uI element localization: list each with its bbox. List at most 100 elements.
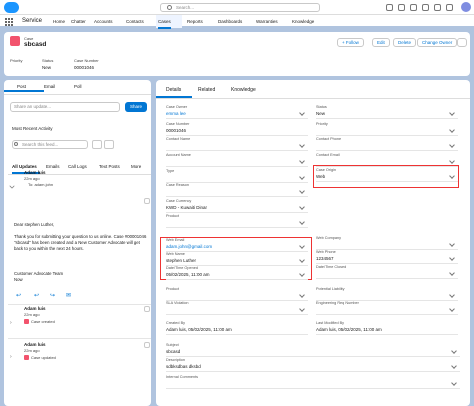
field-value[interactable]: adam.john@gmail.com <box>166 244 212 249</box>
feed-tab-call-logs[interactable]: Call Logs <box>68 164 87 170</box>
change-owner-button[interactable]: Change Owner <box>417 38 458 47</box>
salesforce-logo-icon[interactable] <box>4 2 19 13</box>
notifications-bell-icon[interactable] <box>434 4 441 11</box>
forward-icon[interactable]: ↪ <box>50 292 55 299</box>
case-icon <box>24 355 29 360</box>
refresh-icon[interactable] <box>104 140 114 149</box>
favorites-icon[interactable] <box>386 4 393 11</box>
edit-pencil-icon[interactable] <box>451 363 457 369</box>
edit-button[interactable]: Edit <box>372 38 390 47</box>
nav-item-dashboards[interactable]: Dashboards <box>218 19 242 25</box>
tab-related[interactable]: Related <box>198 86 215 94</box>
app-launcher-icon[interactable] <box>5 18 13 26</box>
nav-item-contacts[interactable]: Contacts <box>126 19 144 25</box>
edit-pencil-icon[interactable] <box>449 127 455 133</box>
tab-poll[interactable]: Poll <box>74 83 82 91</box>
nav-item-cases[interactable]: Cases <box>158 19 171 29</box>
field-value[interactable]: emma lee <box>166 111 186 116</box>
nav-item-home[interactable]: Home <box>53 19 65 25</box>
edit-pencil-icon[interactable] <box>299 158 305 164</box>
global-search-input[interactable]: Search... <box>160 3 320 12</box>
nav-item-knowledge[interactable]: Knowledge <box>292 19 314 25</box>
more-actions-chevron-icon[interactable] <box>457 38 467 47</box>
nav-item-reports[interactable]: Reports <box>187 19 203 25</box>
nav-item-chatter[interactable]: Chatter <box>71 19 86 25</box>
post-menu-icon[interactable] <box>144 306 150 312</box>
post-menu-icon[interactable] <box>144 342 150 348</box>
help-icon[interactable] <box>410 4 417 11</box>
field-divider <box>316 118 458 119</box>
edit-pencil-icon[interactable] <box>449 142 455 148</box>
edit-pencil-icon[interactable] <box>299 188 305 194</box>
notification-icon[interactable] <box>446 4 453 11</box>
field-label: Last Modified By <box>316 321 345 325</box>
feed-tab-more[interactable]: More <box>131 164 141 170</box>
share-update-input[interactable]: Share an update... <box>10 102 120 112</box>
field-label: Web Name <box>166 252 185 256</box>
edit-pencil-icon[interactable] <box>299 219 305 225</box>
feed-tab-emails[interactable]: Emails <box>46 164 60 170</box>
field-divider <box>316 249 458 250</box>
field-label: Case Owner <box>166 105 188 109</box>
edit-pencil-icon[interactable] <box>449 241 455 247</box>
feed-tab-text-posts[interactable]: Text Posts <box>99 164 120 170</box>
tab-details[interactable]: Details <box>166 86 181 94</box>
edit-pencil-icon[interactable] <box>299 292 305 298</box>
edit-pencil-icon[interactable] <box>451 380 457 386</box>
field-label: Web Company <box>316 236 342 240</box>
feed-author[interactable]: Adam luis <box>24 170 46 175</box>
tab-email[interactable]: Email <box>44 83 55 91</box>
edit-pencil-icon[interactable] <box>299 174 305 180</box>
follow-button[interactable]: + Follow <box>337 38 364 47</box>
nav-item-warranties[interactable]: Warranties <box>256 19 278 25</box>
edit-pencil-icon[interactable] <box>451 348 457 354</box>
field-divider <box>166 166 308 167</box>
feed-time: 22m ago <box>24 312 40 317</box>
setup-gear-icon[interactable] <box>422 4 429 11</box>
feed-author[interactable]: Adam luis <box>24 306 46 311</box>
edit-pencil-icon[interactable] <box>449 158 455 164</box>
email-icon[interactable]: ✉ <box>66 292 71 299</box>
field-label: Engineering Req Number <box>316 301 359 305</box>
edit-pencil-icon[interactable] <box>299 110 305 116</box>
add-icon[interactable] <box>398 4 405 11</box>
feed-author[interactable]: Adam luis <box>24 342 46 347</box>
post-menu-icon[interactable] <box>144 198 150 204</box>
edit-pencil-icon[interactable] <box>449 306 455 312</box>
user-avatar[interactable] <box>461 2 471 12</box>
field-divider <box>316 278 458 279</box>
tab-post[interactable]: Post <box>17 83 26 91</box>
edit-pencil-icon[interactable] <box>449 255 455 261</box>
edit-pencil-icon[interactable] <box>299 306 305 312</box>
field-divider <box>166 118 308 119</box>
chevron-right-icon[interactable]: › <box>10 320 12 326</box>
sort-dropdown[interactable]: Most Recent Activity <box>12 126 53 131</box>
search-placeholder: Search... <box>176 5 195 10</box>
field-value: 05/02/2025, 11:00 am <box>166 272 210 277</box>
edit-pencil-icon[interactable] <box>449 292 455 298</box>
field-label: Priority <box>316 122 328 126</box>
delete-button[interactable]: Delete <box>393 38 417 47</box>
feed-search-input[interactable]: Search this feed... <box>12 140 88 149</box>
share-button[interactable]: Share <box>125 102 147 112</box>
edit-pencil-icon[interactable] <box>299 204 305 210</box>
nav-item-accounts[interactable]: Accounts <box>94 19 113 25</box>
divider <box>156 98 470 99</box>
app-nav-bar: Service Home Chatter Accounts Contacts C… <box>0 15 474 29</box>
field-divider <box>166 227 308 228</box>
edit-pencil-icon[interactable] <box>449 110 455 116</box>
chevron-right-icon[interactable]: › <box>10 354 12 360</box>
edit-pencil-icon[interactable] <box>449 270 455 276</box>
reply-icon[interactable]: ↩ <box>16 292 21 299</box>
details-panel: Details Related Knowledge Case Owner emma… <box>156 80 470 406</box>
chevron-down-icon[interactable] <box>9 183 15 189</box>
field-value: sbcasd <box>166 349 181 354</box>
edit-pencil-icon[interactable] <box>299 142 305 148</box>
field-divider <box>166 388 460 389</box>
tab-knowledge[interactable]: Knowledge <box>231 86 256 94</box>
field-value: Adam luis, 05/02/2025, 11:00 am <box>316 327 382 332</box>
reply-all-icon[interactable]: ↩ <box>34 292 39 299</box>
divider <box>8 338 151 339</box>
field-divider <box>166 314 308 315</box>
filter-icon[interactable] <box>92 140 102 149</box>
